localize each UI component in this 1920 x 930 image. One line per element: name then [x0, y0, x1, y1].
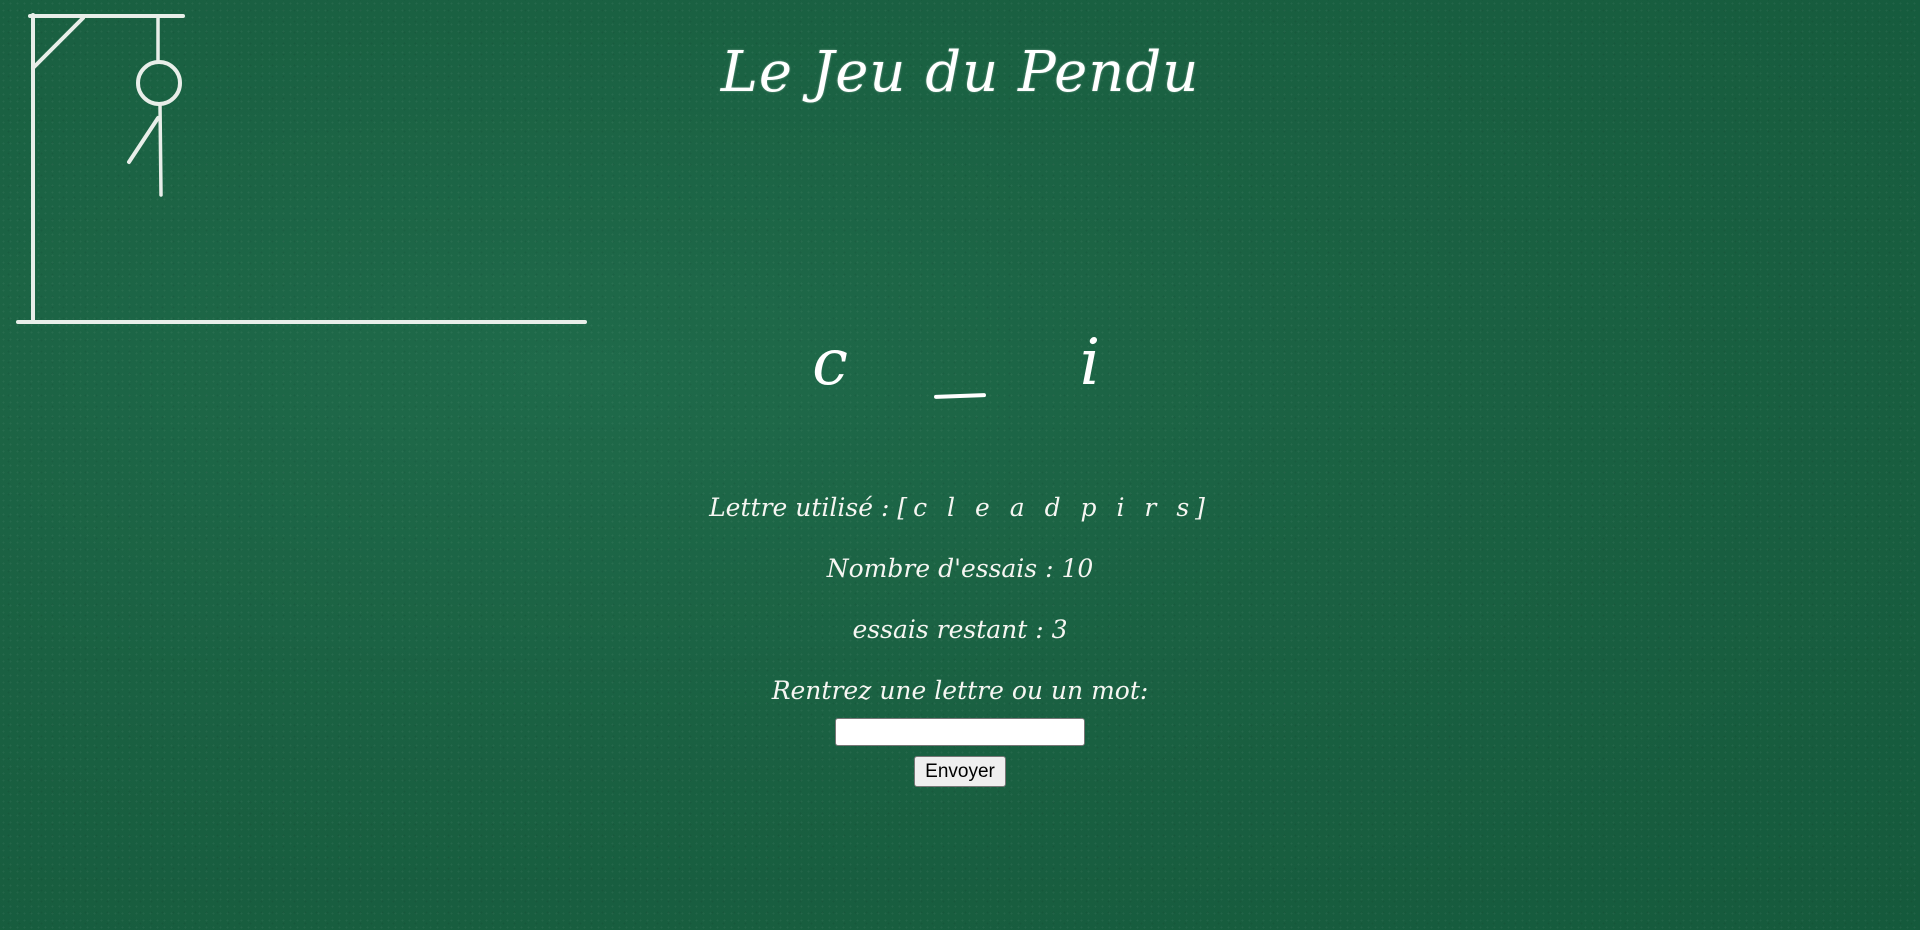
tries-count-label: Nombre d'essais :: [826, 554, 1062, 583]
page: { "title": "Le Jeu du Pendu", "word": { …: [0, 0, 1920, 930]
page-title: Le Jeu du Pendu: [720, 40, 1200, 105]
hidden-word: c i: [0, 320, 1920, 400]
used-letters-label: Lettre utilisé :: [709, 493, 898, 522]
guess-prompt: Rentrez une lettre ou un mot:: [771, 676, 1149, 705]
word-letter-3: i: [1079, 326, 1101, 400]
word-letter-1: c: [812, 326, 848, 400]
word-letter-blank: [925, 320, 995, 400]
used-letters-value: [c l e a d p i r s]: [897, 493, 1211, 522]
hangman-left-leg: [127, 116, 160, 164]
remaining-tries-label: essais restant :: [852, 615, 1052, 644]
hangman-body: [158, 102, 163, 197]
remaining-tries-row: essais restant : 3: [0, 615, 1920, 644]
remaining-tries-value: 3: [1051, 615, 1068, 644]
guess-input[interactable]: [835, 718, 1085, 746]
tries-count-row: Nombre d'essais : 10: [0, 554, 1920, 583]
submit-wrap: Envoyer: [0, 756, 1920, 787]
guess-input-wrap: [0, 718, 1920, 746]
send-button[interactable]: Envoyer: [914, 756, 1006, 787]
tries-count-value: 10: [1061, 554, 1094, 583]
used-letters-row: Lettre utilisé : [c l e a d p i r s]: [0, 493, 1920, 522]
